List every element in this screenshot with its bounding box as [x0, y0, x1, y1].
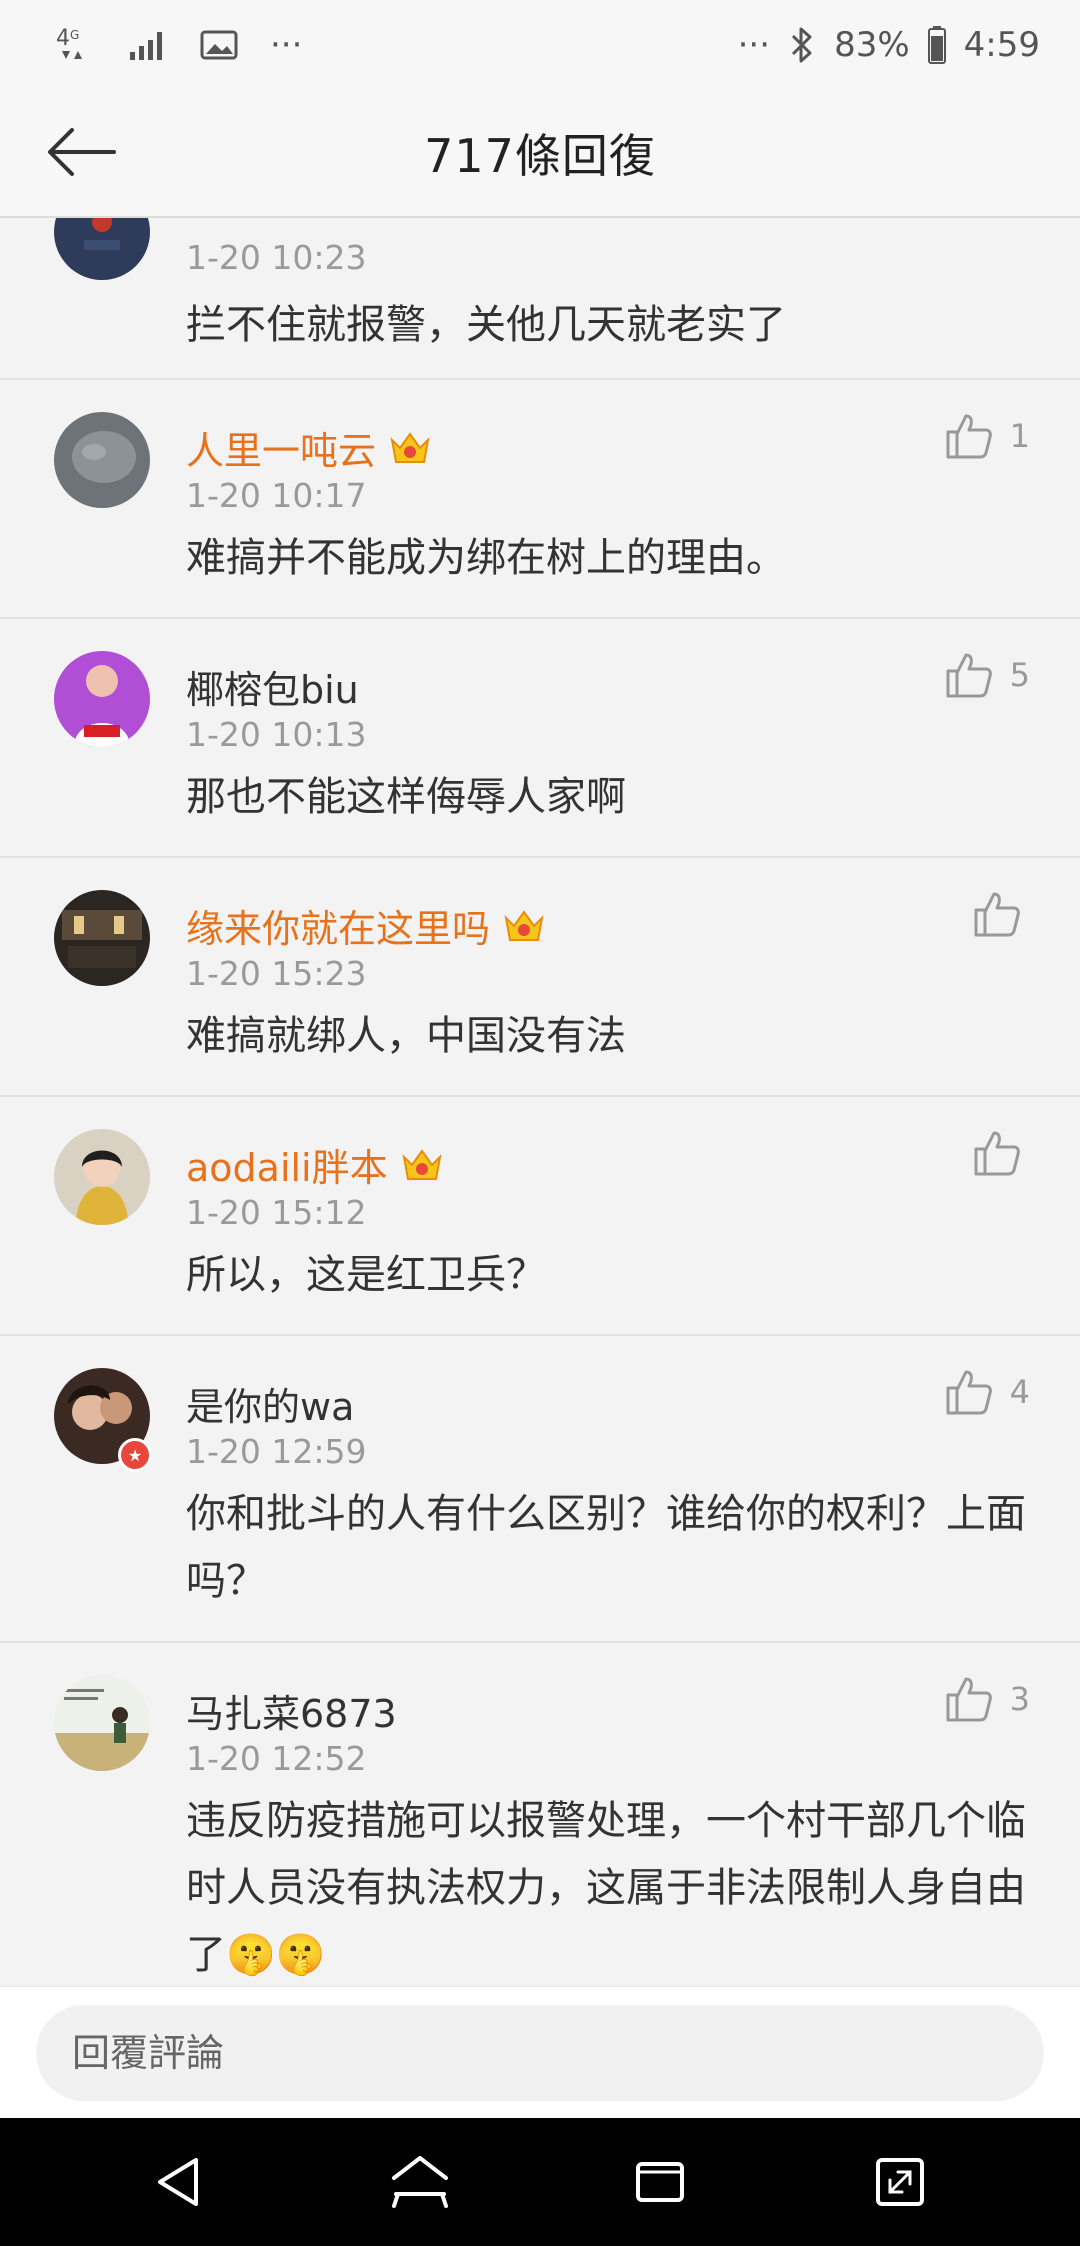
overflow-icon: ··· [737, 25, 771, 65]
header: 717條回復 [0, 90, 1080, 218]
comment-text: 那也不能这样侮辱人家啊 [186, 774, 626, 820]
thumbs-up-icon [974, 892, 1020, 937]
author-name: 是你的wa [186, 1385, 355, 1429]
thumbs-up-icon [946, 1370, 992, 1415]
thumbs-up-icon [946, 1677, 992, 1722]
nav-expand-button[interactable] [855, 2137, 945, 2227]
like-button[interactable]: 3 [944, 1675, 1030, 1723]
avatar[interactable] [54, 412, 150, 508]
avatar[interactable] [54, 1129, 150, 1225]
verified-badge-icon: ★ [118, 1438, 152, 1472]
page-title: 717條回復 [424, 129, 656, 183]
thumbs-up-icon [974, 1131, 1020, 1176]
reply-input[interactable] [36, 2004, 1044, 2101]
vip-crown-icon [504, 909, 544, 941]
comment-time: 1-20 10:13 [186, 715, 367, 754]
battery-percent: 83% [834, 25, 910, 65]
author-name: 椰榕包biu [186, 668, 359, 712]
svg-text:4: 4 [56, 26, 70, 51]
comment-text: 你和批斗的人有什么区别？谁给你的权利？上面吗？ [186, 1491, 1026, 1604]
system-nav-bar [0, 2118, 1080, 2246]
expand-icon [876, 2158, 924, 2206]
like-button[interactable] [972, 890, 1022, 938]
comment-time: 1-20 15:12 [186, 1193, 367, 1232]
comment-author[interactable]: 马扎菜6873 [186, 1683, 397, 1738]
more-notifications-icon: ··· [270, 25, 303, 65]
reply-bar [0, 1986, 1080, 2118]
bluetooth-icon [788, 25, 816, 65]
avatar[interactable] [54, 890, 150, 986]
like-count: 4 [1009, 1373, 1030, 1411]
like-count: 1 [1009, 417, 1030, 455]
comment-time: 1-20 12:59 [186, 1432, 367, 1471]
recents-icon [636, 2162, 684, 2202]
comment-time: 1-20 15:23 [186, 954, 367, 993]
comment-text: 所以，这是红卫兵？ [186, 1252, 546, 1298]
vip-crown-icon [390, 431, 430, 463]
comment-item[interactable]: aodaili胖本 1-20 15:12 所以，这是红卫兵？ [0, 1097, 1080, 1336]
triangle-back-icon [158, 2158, 198, 2206]
thumbs-up-icon [946, 414, 992, 459]
author-name: 马扎菜6873 [186, 1692, 397, 1736]
like-count: 5 [1009, 656, 1030, 694]
vip-crown-icon [402, 1148, 442, 1180]
comment-item[interactable]: ★ 是你的wa 4 1-20 12:59 你和批斗的人有什么区别？谁给你的权利？… [0, 1336, 1080, 1643]
status-bar: 4 G ··· ··· 83% 4:59 [0, 0, 1080, 90]
comment-author[interactable]: 缘来你就在这里吗 [186, 898, 546, 953]
avatar[interactable] [54, 651, 150, 747]
author-name: 人里一吨云 [186, 429, 377, 473]
comment-author[interactable]: aodaili胖本 [186, 1137, 444, 1192]
comment-time: 1-20 10:17 [186, 476, 367, 515]
comment-text: 难搞并不能成为绑在树上的理由。 [186, 535, 786, 581]
like-count: 3 [1009, 1680, 1030, 1718]
home-icon [392, 2156, 448, 2208]
signal-icon [128, 28, 168, 62]
nav-back-button[interactable] [135, 2137, 225, 2227]
comment-author[interactable]: 人里一吨云 [186, 420, 432, 475]
author-name: aodaili胖本 [186, 1146, 388, 1190]
comment-list[interactable]: 1-20 10:23 拦不住就报警，关他几天就老实了 人里一吨云 1 1-20 … [0, 218, 1080, 1986]
comment-item[interactable]: 缘来你就在这里吗 1-20 15:23 难搞就绑人，中国没有法 [0, 858, 1080, 1097]
network-4g-icon: 4 G [56, 23, 96, 67]
image-notification-icon [200, 29, 238, 61]
comment-author[interactable]: 椰榕包biu [186, 659, 359, 714]
back-arrow-icon [48, 128, 116, 176]
comment-time: 1-20 10:23 [186, 238, 367, 277]
clock: 4:59 [963, 25, 1040, 65]
comment-time: 1-20 12:52 [186, 1739, 367, 1778]
avatar[interactable] [54, 1675, 150, 1771]
author-name: 缘来你就在这里吗 [186, 907, 491, 951]
like-button[interactable]: 4 [944, 1368, 1030, 1416]
svg-text:G: G [70, 28, 79, 42]
like-button[interactable] [972, 1129, 1022, 1177]
like-button[interactable]: 5 [944, 651, 1030, 699]
nav-recents-button[interactable] [615, 2137, 705, 2227]
nav-home-button[interactable] [375, 2137, 465, 2227]
comment-item[interactable]: 人里一吨云 1 1-20 10:17 难搞并不能成为绑在树上的理由。 [0, 380, 1080, 619]
like-button[interactable]: 1 [944, 412, 1030, 460]
comment-author[interactable]: 是你的wa [186, 1376, 354, 1431]
comment-text: 难搞就绑人，中国没有法 [186, 1013, 626, 1059]
avatar[interactable] [54, 218, 150, 280]
thumbs-up-icon [946, 653, 992, 698]
comment-text: 违反防疫措施可以报警处理，一个村干部几个临时人员没有执法权力，这属于非法限制人身… [186, 1798, 1026, 1978]
battery-icon [927, 26, 946, 64]
comment-item[interactable]: 椰榕包biu 5 1-20 10:13 那也不能这样侮辱人家啊 [0, 619, 1080, 858]
back-button[interactable] [38, 120, 122, 184]
comment-text: 拦不住就报警，关他几天就老实了 [186, 302, 786, 348]
comment-item[interactable]: 1-20 10:23 拦不住就报警，关他几天就老实了 [0, 218, 1080, 380]
comment-item[interactable]: 马扎菜6873 3 1-20 12:52 违反防疫措施可以报警处理，一个村干部几… [0, 1643, 1080, 1986]
